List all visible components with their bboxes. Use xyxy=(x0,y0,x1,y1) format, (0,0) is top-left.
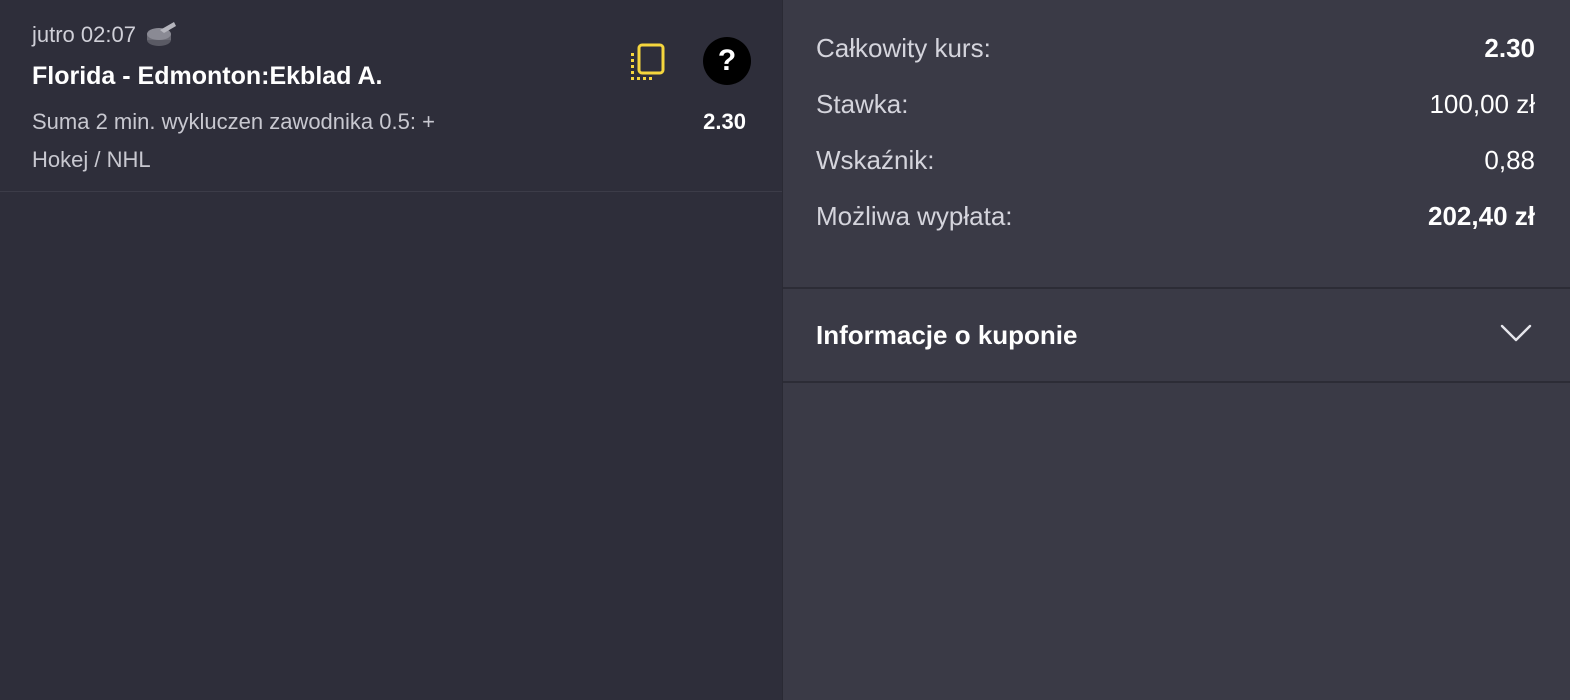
total-odds-row: Całkowity kurs: 2.30 xyxy=(816,31,1535,65)
payout-row: Możliwa wypłata: 202,40 zł xyxy=(816,199,1535,233)
betslip-screen: jutro 02:07 Florida - Edmonton:Ekblad A.… xyxy=(0,0,1570,700)
coupon-info-label: Informacje o kuponie xyxy=(816,320,1078,350)
bet-time-row: jutro 02:07 xyxy=(32,20,178,50)
hockey-puck-icon xyxy=(144,20,178,50)
indicator-row: Wskaźnik: 0,88 xyxy=(816,143,1535,177)
help-icon[interactable]: ? xyxy=(703,37,751,85)
indicator-label: Wskaźnik: xyxy=(816,144,935,175)
payout-label: Możliwa wypłata: xyxy=(816,200,1013,231)
bet-sport-league: Hokej / NHL xyxy=(32,147,151,172)
stake-label: Stawka: xyxy=(816,88,909,119)
bet-time: jutro 02:07 xyxy=(32,22,136,47)
coupon-summary: Całkowity kurs: 2.30 Stawka: 100,00 zł W… xyxy=(783,0,1570,289)
help-glyph: ? xyxy=(717,44,737,77)
bet-item[interactable]: jutro 02:07 Florida - Edmonton:Ekblad A.… xyxy=(0,0,782,192)
bet-event-title: Florida - Edmonton:Ekblad A. xyxy=(32,62,383,90)
total-odds-label: Całkowity kurs: xyxy=(816,32,991,63)
bet-list-panel: jutro 02:07 Florida - Edmonton:Ekblad A.… xyxy=(0,0,782,700)
chevron-down-icon[interactable] xyxy=(1500,323,1532,343)
coupon-info-toggle[interactable]: Informacje o kuponie xyxy=(783,289,1570,383)
summary-panel: Całkowity kurs: 2.30 Stawka: 100,00 zł W… xyxy=(782,0,1570,700)
stake-value: 100,00 zł xyxy=(1429,88,1535,119)
total-odds-value: 2.30 xyxy=(1484,32,1535,63)
bet-odds: 2.30 xyxy=(703,109,746,134)
indicator-value: 0,88 xyxy=(1484,144,1535,175)
copy-icon[interactable] xyxy=(628,42,668,84)
bet-market: Suma 2 min. wykluczen zawodnika 0.5: + xyxy=(32,109,435,134)
payout-value: 202,40 zł xyxy=(1428,200,1535,231)
stake-row: Stawka: 100,00 zł xyxy=(816,87,1535,121)
